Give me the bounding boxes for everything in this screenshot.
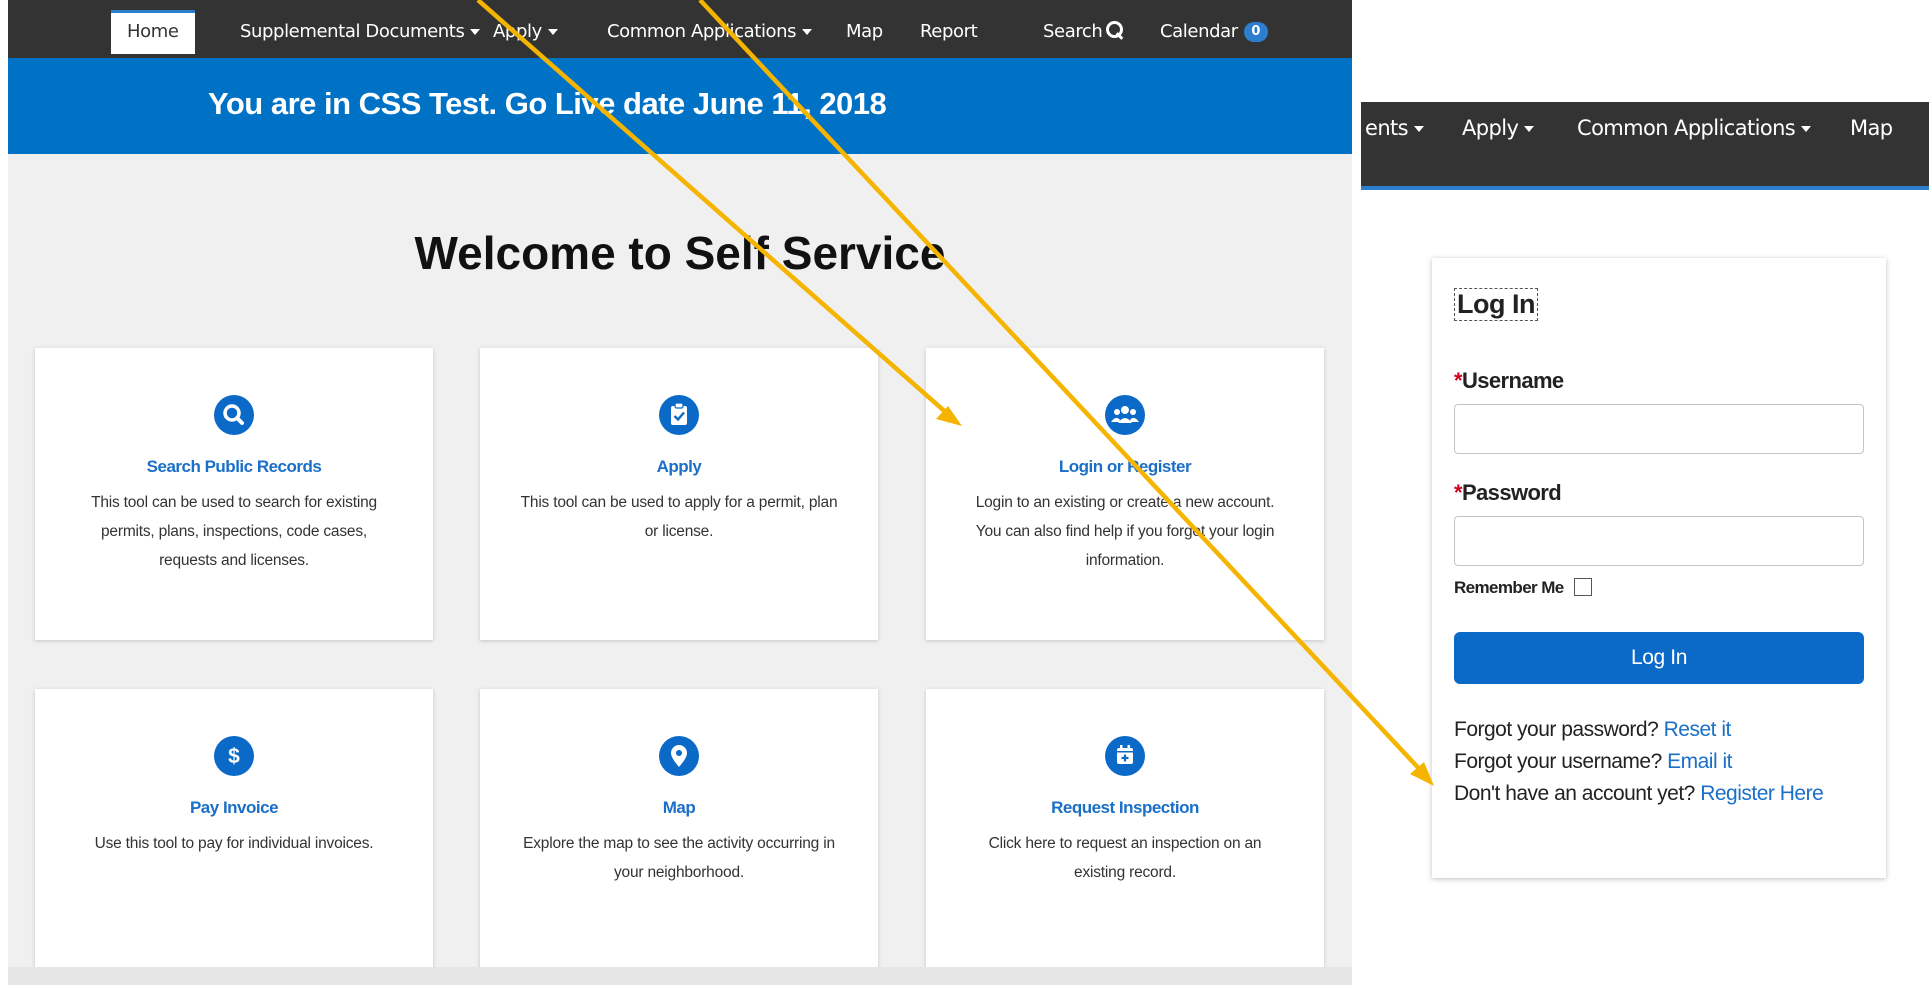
- nav-partial-label: ents: [1365, 116, 1409, 140]
- nav-map-label: Map: [846, 21, 883, 42]
- caret-down-icon: [470, 29, 481, 35]
- card-title[interactable]: Map: [480, 798, 878, 818]
- login-title: Log In: [1454, 288, 1538, 321]
- users-icon: [1105, 395, 1145, 435]
- password-label-text: Password: [1461, 480, 1562, 505]
- nav-supplemental-documents[interactable]: Supplemental Documents: [240, 10, 481, 54]
- card-map[interactable]: Map Explore the map to see the activity …: [480, 689, 878, 981]
- environment-banner: You are in CSS Test. Go Live date June 1…: [8, 58, 1352, 154]
- nav-common-label: Common Applications: [607, 21, 797, 42]
- card-apply[interactable]: Apply This tool can be used to apply for…: [480, 348, 878, 640]
- svg-text:$: $: [228, 745, 240, 768]
- caret-down-icon: [1414, 126, 1425, 132]
- forgot-username-line: Forgot your username? Email it: [1454, 750, 1732, 774]
- nav-report[interactable]: Report: [920, 10, 978, 54]
- nav-common-applications[interactable]: Common Applications: [607, 10, 813, 54]
- forgot-password-text: Forgot your password?: [1454, 718, 1659, 741]
- nav-apply[interactable]: Apply: [493, 10, 558, 54]
- top-navigation-bar: Home Supplemental Documents Apply Common…: [8, 0, 1352, 58]
- card-description: Explore the map to see the activity occu…: [523, 835, 835, 881]
- nav-search-label: Search: [1043, 21, 1103, 42]
- calendar-plus-icon: [1105, 736, 1145, 776]
- card-title[interactable]: Search Public Records: [35, 457, 433, 477]
- nav-map-label: Map: [1850, 116, 1893, 140]
- register-here-link[interactable]: Register Here: [1700, 782, 1824, 805]
- remember-me-checkbox[interactable]: [1573, 578, 1592, 596]
- card-login-or-register[interactable]: Login or Register Login to an existing o…: [926, 348, 1324, 640]
- card-title[interactable]: Apply: [480, 457, 878, 477]
- banner-text: You are in CSS Test. Go Live date June 1…: [208, 86, 887, 121]
- remember-me-label: Remember Me: [1454, 578, 1564, 597]
- card-request-inspection[interactable]: Request Inspection Click here to request…: [926, 689, 1324, 981]
- nav-report-label: Report: [920, 21, 978, 42]
- nav-search[interactable]: Search: [1043, 10, 1124, 54]
- card-search-public-records[interactable]: Search Public Records This tool can be u…: [35, 348, 433, 640]
- nav-common-label: Common Applications: [1577, 116, 1796, 140]
- caret-down-icon: [547, 29, 558, 35]
- bottom-divider: [8, 967, 1352, 985]
- nav-calendar[interactable]: Calendar 0: [1160, 10, 1268, 54]
- login-panel: Log In *Username *Password Remember Me L…: [1432, 258, 1886, 878]
- register-line: Don't have an account yet? Register Here: [1454, 782, 1824, 806]
- required-marker: *: [1454, 368, 1463, 393]
- search-icon: [214, 395, 254, 435]
- calendar-count-badge: 0: [1243, 22, 1268, 42]
- nav-apply-label: Apply: [1462, 116, 1519, 140]
- dollar-icon: $: [214, 736, 254, 776]
- caret-down-icon: [1524, 126, 1535, 132]
- forgot-username-text: Forgot your username?: [1454, 750, 1662, 773]
- card-description: This tool can be used to apply for a per…: [520, 494, 838, 540]
- card-title[interactable]: Request Inspection: [926, 798, 1324, 818]
- nav-home-label: Home: [127, 21, 179, 42]
- forgot-password-line: Forgot your password? Reset it: [1454, 718, 1731, 742]
- remember-me-row: Remember Me: [1454, 578, 1592, 598]
- password-input[interactable]: [1454, 516, 1864, 566]
- caret-down-icon: [802, 29, 813, 35]
- nav-common-applications[interactable]: Common Applications: [1577, 116, 1812, 140]
- username-label-text: Username: [1461, 368, 1564, 393]
- nav-apply-label: Apply: [493, 21, 542, 42]
- reset-password-link[interactable]: Reset it: [1664, 718, 1732, 741]
- self-service-home-screenshot: Home Supplemental Documents Apply Common…: [8, 0, 1352, 985]
- card-description: Login to an existing or create a new acc…: [975, 494, 1275, 569]
- caret-down-icon: [1801, 126, 1812, 132]
- nav-supplemental-label: Supplemental Documents: [240, 21, 465, 42]
- clipboard-check-icon: [659, 395, 699, 435]
- cropped-navigation-bar: ents Apply Common Applications Map: [1361, 102, 1929, 190]
- card-description: Use this tool to pay for individual invo…: [94, 835, 374, 852]
- required-marker: *: [1454, 480, 1463, 505]
- map-marker-icon: [659, 736, 699, 776]
- email-username-link[interactable]: Email it: [1667, 750, 1732, 773]
- nav-map[interactable]: Map: [1850, 116, 1893, 140]
- nav-map[interactable]: Map: [846, 10, 883, 54]
- nav-supplemental-documents-partial[interactable]: ents: [1365, 116, 1425, 140]
- card-pay-invoice[interactable]: $ Pay Invoice Use this tool to pay for i…: [35, 689, 433, 981]
- nav-home[interactable]: Home: [111, 10, 195, 54]
- nav-apply[interactable]: Apply: [1462, 116, 1535, 140]
- arrowhead-icon: [1410, 762, 1434, 786]
- card-description: Click here to request an inspection on a…: [988, 835, 1262, 881]
- card-description: This tool can be used to search for exis…: [91, 494, 377, 569]
- page-title: Welcome to Self Service: [414, 227, 946, 279]
- search-icon: [1106, 21, 1124, 39]
- username-input[interactable]: [1454, 404, 1864, 454]
- no-account-text: Don't have an account yet?: [1454, 782, 1695, 805]
- password-label: *Password: [1454, 480, 1562, 506]
- card-title[interactable]: Login or Register: [926, 457, 1324, 477]
- login-button[interactable]: Log In: [1454, 632, 1864, 684]
- nav-calendar-label: Calendar: [1160, 21, 1238, 42]
- username-label: *Username: [1454, 368, 1564, 394]
- card-title[interactable]: Pay Invoice: [35, 798, 433, 818]
